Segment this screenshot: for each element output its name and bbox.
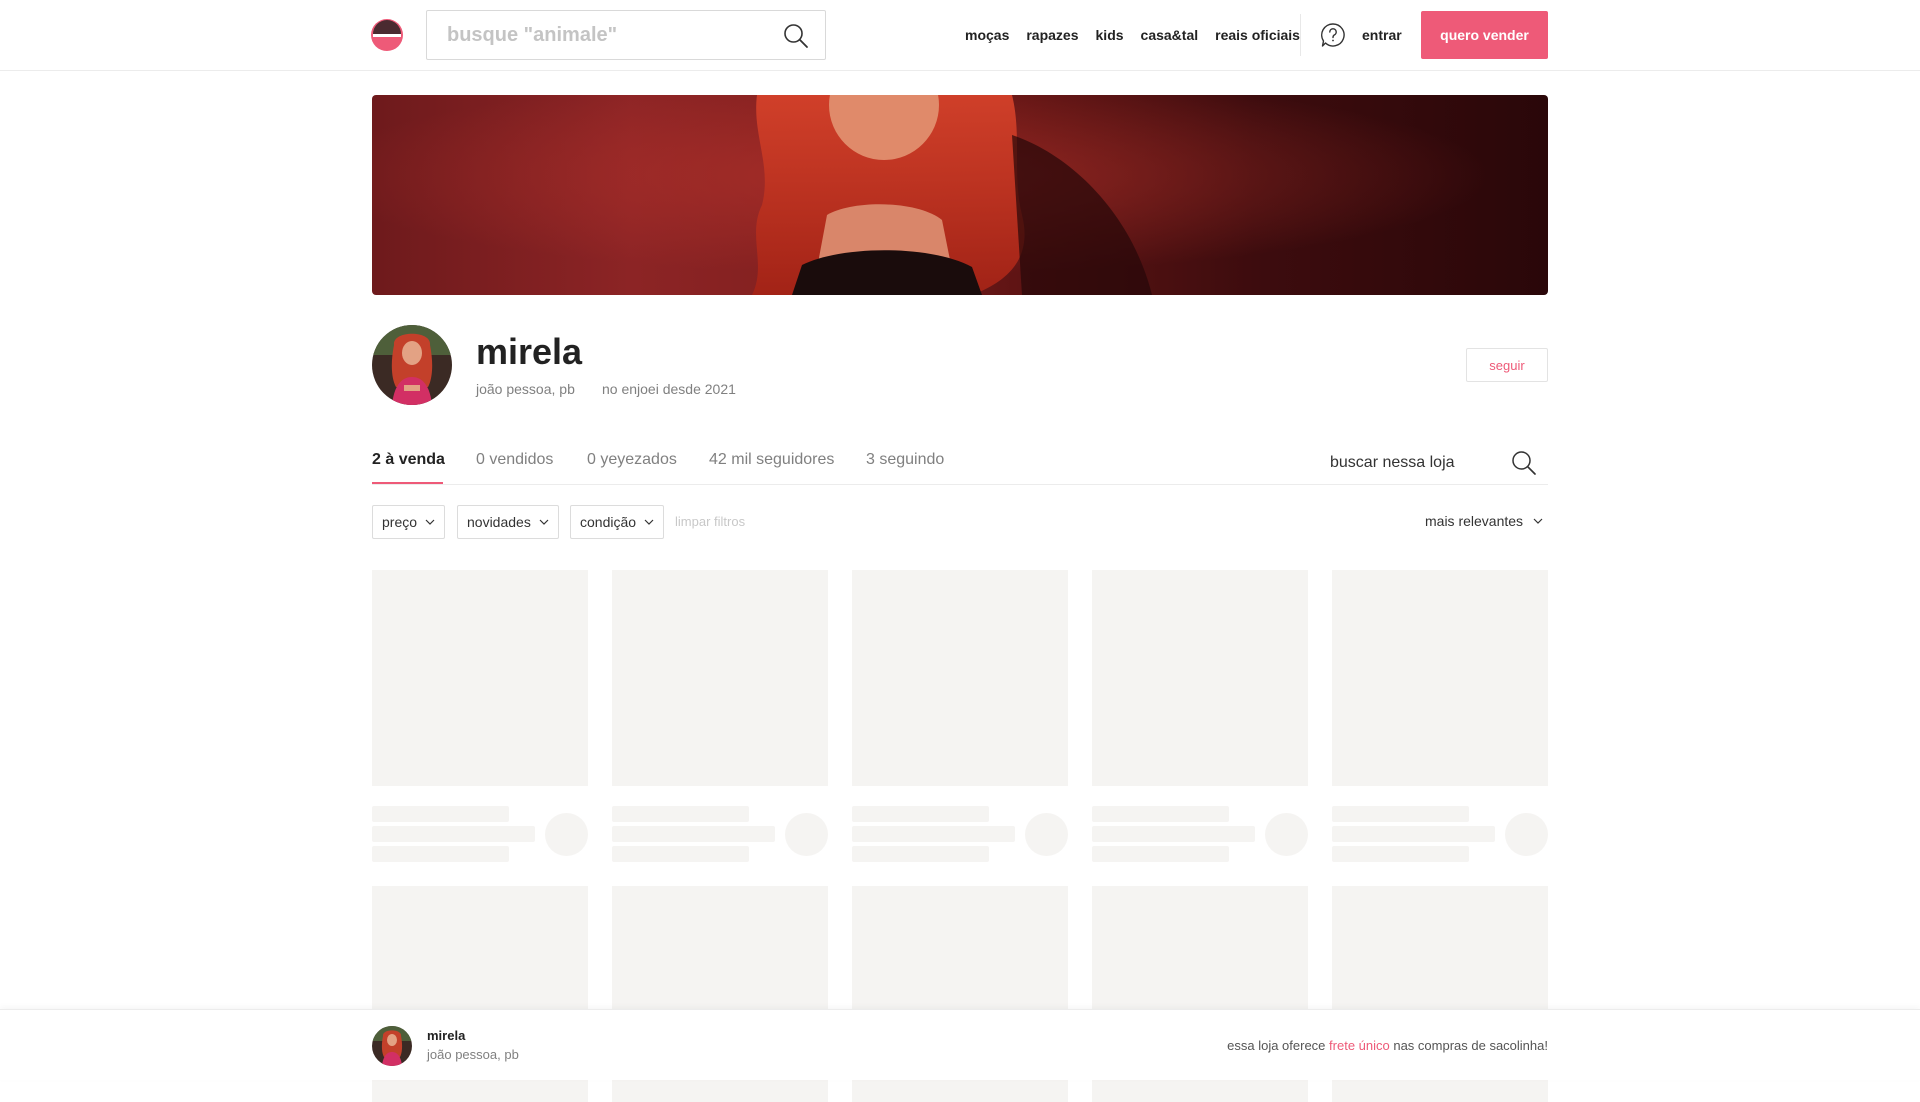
footer-store-name: mirela — [427, 1028, 466, 1043]
store-sticky-footer: mirela joão pessoa, pb essa loja oferece… — [0, 1009, 1920, 1080]
news-filter-label: novidades — [467, 514, 531, 530]
login-link[interactable]: entrar — [1362, 25, 1402, 45]
shipping-message-start: essa loja oferece — [1227, 1038, 1330, 1053]
tab-yeyezados[interactable]: 0 yeyezados — [587, 448, 677, 472]
site-header: moças rapazes kids casa&tal reais oficia… — [0, 0, 1920, 71]
help-icon[interactable] — [1320, 22, 1346, 48]
tabs-divider — [372, 484, 1548, 485]
nav-item-casa-tal[interactable]: casa&tal — [1141, 25, 1199, 45]
footer-avatar[interactable] — [372, 1026, 412, 1066]
footer-store-location: joão pessoa, pb — [427, 1047, 519, 1062]
chevron-down-icon — [644, 519, 654, 525]
banner-photo — [372, 95, 1548, 295]
store-location: joão pessoa, pb — [476, 381, 575, 397]
enjoei-logo-icon[interactable] — [371, 19, 403, 51]
chevron-down-icon — [1533, 518, 1543, 524]
tab-followers[interactable]: 42 mil seguidores — [709, 448, 834, 472]
nav-item-kids[interactable]: kids — [1096, 25, 1124, 45]
sell-button[interactable]: quero vender — [1421, 11, 1548, 59]
main-nav: moças rapazes kids casa&tal reais oficia… — [965, 25, 1317, 45]
header-divider — [1300, 14, 1301, 56]
follow-button[interactable]: seguir — [1466, 348, 1548, 382]
store-search-icon[interactable] — [1511, 450, 1537, 476]
tab-following[interactable]: 3 seguindo — [866, 448, 944, 472]
news-filter[interactable]: novidades — [457, 505, 559, 539]
search-icon[interactable] — [783, 23, 809, 49]
search-input[interactable] — [427, 11, 767, 59]
store-search-input[interactable]: buscar nessa loja — [1330, 452, 1455, 474]
chevron-down-icon — [425, 519, 435, 525]
tab-sold[interactable]: 0 vendidos — [476, 448, 553, 472]
tab-for-sale[interactable]: 2 à venda — [372, 448, 445, 472]
store-name: mirela — [476, 331, 583, 372]
condition-filter[interactable]: condição — [570, 505, 665, 539]
store-avatar[interactable] — [372, 325, 452, 405]
shipping-message-end: nas compras de sacolinha! — [1389, 1038, 1548, 1053]
shipping-message: essa loja oferece frete único nas compra… — [1227, 1038, 1548, 1054]
store-banner — [372, 95, 1548, 295]
price-filter[interactable]: preço — [372, 505, 446, 539]
price-filter-label: preço — [382, 514, 418, 530]
sort-label: mais relevantes — [1425, 513, 1524, 529]
member-since: no enjoei desde 2021 — [602, 381, 736, 397]
single-shipping-link[interactable]: frete único — [1329, 1038, 1390, 1053]
chevron-down-icon — [539, 519, 549, 525]
sort-dropdown[interactable]: mais relevantes — [1425, 513, 1543, 529]
clear-filters-link[interactable]: limpar filtros — [675, 514, 745, 530]
search-box — [426, 10, 826, 60]
nav-item-mocas[interactable]: moças — [965, 25, 1009, 45]
nav-item-reais-oficiais[interactable]: reais oficiais — [1215, 25, 1300, 45]
nav-item-rapazes[interactable]: rapazes — [1026, 25, 1078, 45]
condition-filter-label: condição — [580, 514, 637, 530]
